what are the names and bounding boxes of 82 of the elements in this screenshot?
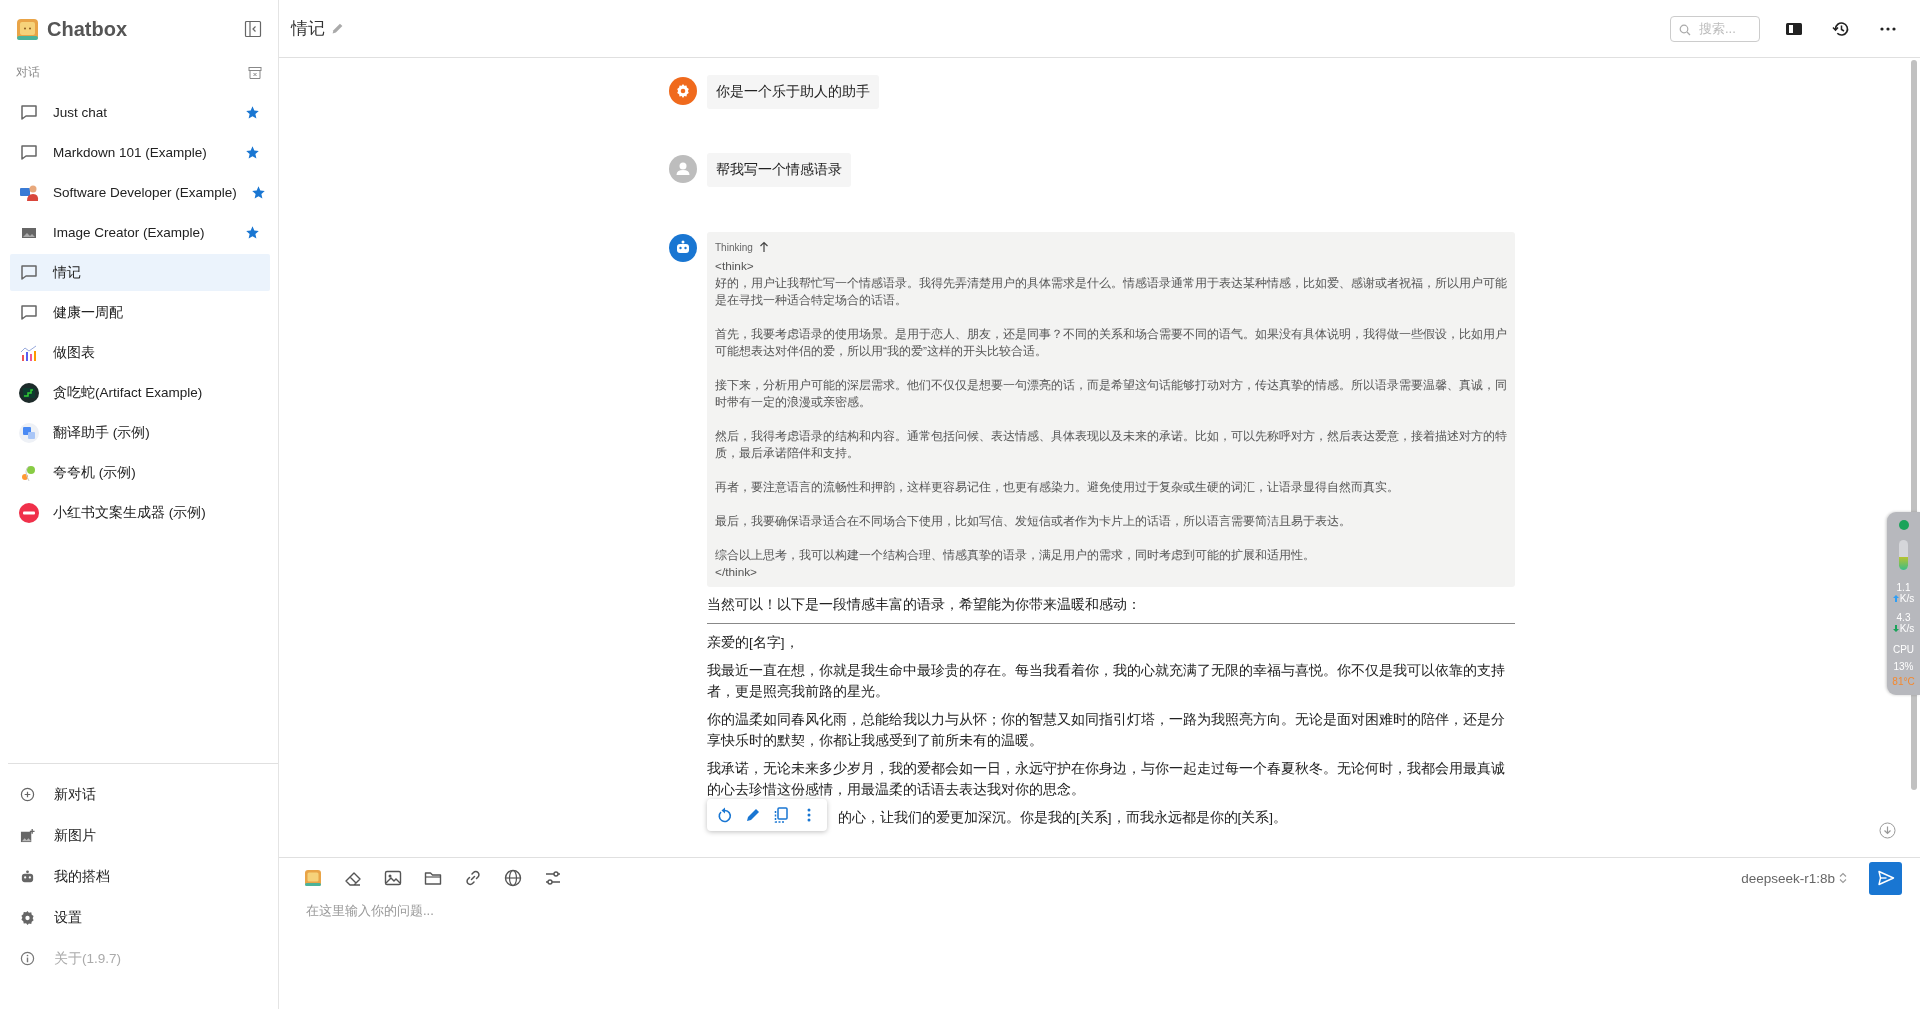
send-icon <box>1876 869 1895 887</box>
message-bubble: 你是一个乐于助人的助手 <box>707 75 879 109</box>
star-icon[interactable] <box>245 225 260 240</box>
round-avatar-icon <box>19 502 39 523</box>
thinking-toggle[interactable]: Thinking <box>715 240 775 254</box>
globe-icon[interactable] <box>503 868 523 888</box>
scroll-down-icon[interactable] <box>1879 822 1896 839</box>
session-item[interactable]: Software Developer (Example) <box>10 174 270 211</box>
star-icon[interactable] <box>250 185 266 200</box>
download-speed: 4.3 <box>1896 612 1911 623</box>
chat-bubble-icon <box>19 302 39 323</box>
section-label: 对话 <box>16 64 40 81</box>
chat-title: 情记 <box>291 18 325 40</box>
thinking-paragraph: 然后，我得考虑语录的结构和内容。通常包括问候、表达情感、具体表现以及未来的承诺。比如，可以先称呼对方，然后表达爱意，接着描述对方的特质，最后承诺陪伴和支持。 <box>715 428 1507 462</box>
chat-bubble-icon <box>19 102 39 123</box>
robot-icon <box>20 869 35 884</box>
translate-icon <box>19 422 39 443</box>
down-arrow-icon <box>1892 625 1899 632</box>
status-dot <box>1898 520 1909 530</box>
session-item[interactable]: 做图表 <box>10 334 270 371</box>
search-field[interactable]: 搜索... <box>1670 15 1760 42</box>
session-item[interactable]: 健康一周配 <box>10 294 270 331</box>
speed-unit: K/s <box>1899 593 1915 604</box>
chatbox-logo-icon[interactable] <box>303 868 323 888</box>
thinking-paragraph: 再者，要注意语言的流畅性和押韵，这样更容易记住，也更有感染力。避免使用过于复杂或生硬的词汇，让语录显得自然而真实。 <box>715 479 1400 496</box>
settings-avatar-icon <box>669 77 697 105</box>
upload-speed: 1.1 <box>1896 582 1911 593</box>
thinking-paragraph: 综合以上思考，我可以构建一个结构合理、情感真挚的语录，满足用户的需求，同时考虑到可能的扩展和适用性。 <box>715 547 1316 564</box>
image-icon[interactable] <box>383 868 403 888</box>
answer-paragraph: 的心，让我们的爱更加深沉。你是我的[关系]，而我永远都是你的[关系]。 <box>838 810 1287 825</box>
cpu-label: CPU <box>1892 644 1915 655</box>
session-item[interactable]: 贪吃蛇(Artifact Example) <box>10 374 270 411</box>
think-tag: <think> <box>715 258 1507 275</box>
user-avatar-icon <box>669 155 697 183</box>
chevron-updown-icon <box>1839 872 1847 884</box>
snake-game-icon <box>19 382 39 403</box>
answer-paragraph: 我最近一直在想，你就是我生命中最珍贵的存在。每当我看着你，我的心就充满了无限的幸福与喜悦。你不仅是我可以依靠的支持者，更是照亮我前路的星光。 <box>707 662 1506 701</box>
link-icon[interactable] <box>463 868 483 888</box>
thinking-paragraph: 接下来，分析用户可能的深层需求。他们不仅仅是想要一句漂亮的话，而是希望这句话能够打动对方，传达真挚的情感。所以语录需要温馨、真诚，同时带有一定的浪漫或亲密感。 <box>715 377 1507 411</box>
settings-icon <box>20 910 35 925</box>
up-arrow-icon <box>1892 595 1899 602</box>
session-item[interactable]: Image Creator (Example) <box>10 214 270 251</box>
chatbox-logo-icon <box>17 18 38 40</box>
sidebar-action[interactable]: 我的搭档 <box>0 856 278 897</box>
thinking-paragraph: 首先，我要考虑语录的使用场景。是用于恋人、朋友，还是同事？不同的关系和场合需要不同的语气。如果没有具体说明，我得做一些假设，比如用户可能想表达对伴侣的爱，所以用“我的爱”这样的开头比较合适。 <box>715 326 1507 360</box>
answer-paragraph: 我承诺，无论未来多少岁月，我的爱都会如一日，永远守护在你身边，与你一起走过每一个春夏秋冬。无论何时，我都会用最真诚的心去珍惜这份感情，用最温柔的话语去表达我对你的思念。 <box>707 760 1506 799</box>
cpu-usage: 13% <box>1893 661 1914 672</box>
collapse-sidebar-icon[interactable] <box>244 20 262 38</box>
chat-bubble-icon <box>19 262 39 283</box>
info-icon <box>20 951 35 966</box>
session-item[interactable]: Just chat <box>10 94 270 131</box>
sidebar-action[interactable]: 新对话 <box>0 774 278 815</box>
message-input[interactable]: 在这里输入你的问题... <box>306 903 906 918</box>
answer-intro: 当然可以！以下是一段情感丰富的语录，希望能为你带来温暖和感动： <box>707 596 1142 614</box>
app-name: Chatbox <box>47 17 128 41</box>
speed-unit: K/s <box>1899 623 1915 634</box>
model-selector[interactable]: deepseek-r1:8b <box>1741 870 1847 886</box>
message-bubble: 帮我写一个情感语录 <box>707 153 851 187</box>
up-arrow-icon <box>758 241 769 253</box>
session-item[interactable]: 翻译助手 (示例) <box>10 414 270 451</box>
robot-avatar-icon <box>669 234 697 262</box>
session-item[interactable]: 小红书文案生成器 (示例) <box>10 494 270 531</box>
sliders-icon[interactable] <box>543 868 563 888</box>
sidebar-action[interactable]: 设置 <box>0 897 278 938</box>
cpu-temperature: 81°C <box>1892 676 1915 687</box>
sidebar-action[interactable]: 新图片 <box>0 815 278 856</box>
archive-icon[interactable] <box>248 65 262 80</box>
answer-paragraph: 你的温柔如同春风化雨，总能给我以力与从怀；你的智慧又如同指引灯塔，一路为我照亮方向。无论是面对困难时的陪伴，还是分享快乐时的默契，你都让我感受到了前所未有的温暖。 <box>707 711 1506 750</box>
chat-bubble-icon <box>19 142 39 163</box>
session-item[interactable]: 情记 <box>10 254 270 291</box>
star-icon[interactable] <box>245 105 260 120</box>
plus-circle-icon <box>20 787 35 802</box>
search-icon <box>1679 23 1691 36</box>
thinking-paragraph: 最后，我要确保语录适合在不同场合下使用，比如写信、发短信或者作为卡片上的话语，所以语言需要简洁且易于表达。 <box>715 513 1352 530</box>
session-item[interactable]: 夸夸机 (示例) <box>10 454 270 491</box>
answer-paragraph: 亲爱的[名字]， <box>707 634 800 652</box>
session-item[interactable]: Markdown 101 (Example) <box>10 134 270 171</box>
star-icon[interactable] <box>245 145 260 160</box>
add-image-icon <box>20 828 35 843</box>
think-tag: </think> <box>715 564 1507 581</box>
thinking-paragraph: 好的，用户让我帮忙写一个情感语录。我得先弄清楚用户的具体需求是什么。情感语录通常用于表达某种情感，比如爱、感谢或者祝福，所以用户可能是在寻找一种适合特定场合的话语。 <box>715 275 1507 309</box>
send-button[interactable] <box>1869 861 1902 895</box>
